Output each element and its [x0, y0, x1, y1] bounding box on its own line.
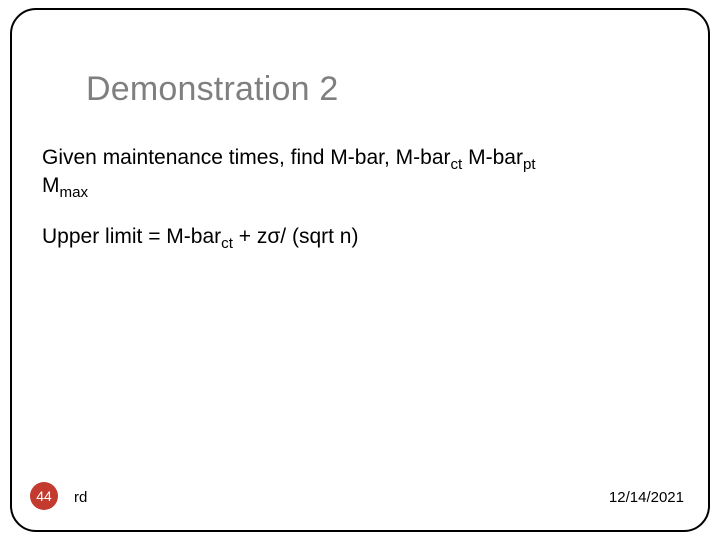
slide: Demonstration 2 Given maintenance times,…: [0, 0, 720, 540]
subscript-ct: ct: [221, 235, 233, 252]
text: + zσ/ (sqrt n): [233, 225, 359, 248]
body-line-2: Mmax: [42, 172, 678, 200]
body-line-1: Given maintenance times, find M-bar, M-b…: [42, 144, 678, 172]
date-label: 12/14/2021: [609, 489, 684, 506]
slide-body: Given maintenance times, find M-bar, M-b…: [42, 144, 678, 251]
subscript-ct: ct: [451, 156, 463, 173]
subscript-pt: pt: [523, 156, 536, 173]
text: M: [42, 174, 60, 197]
slide-title: Demonstration 2: [86, 70, 338, 109]
author-label: rd: [74, 489, 87, 506]
text: Upper limit = M-bar: [42, 225, 221, 248]
subscript-max: max: [60, 185, 89, 202]
body-line-3: Upper limit = M-barct + zσ/ (sqrt n): [42, 223, 678, 251]
text: M-bar: [462, 146, 523, 169]
text: Given maintenance times, find M-bar, M-b…: [42, 146, 451, 169]
page-number-badge: 44: [30, 482, 58, 510]
